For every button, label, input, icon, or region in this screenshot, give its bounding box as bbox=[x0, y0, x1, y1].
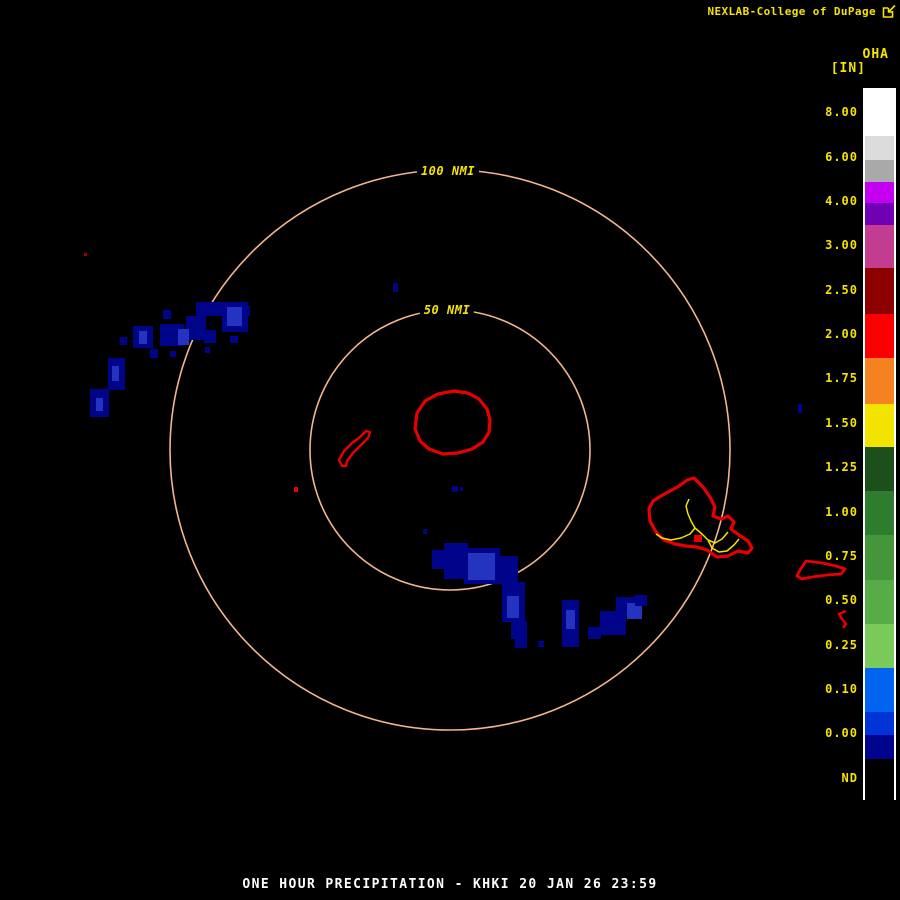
map-dot bbox=[694, 535, 702, 542]
brand-header: NEXLAB-College of DuPage bbox=[707, 4, 897, 19]
precip-echo-cell bbox=[139, 331, 147, 344]
precip-echo-cell bbox=[432, 550, 446, 569]
island-outline-oahu bbox=[647, 476, 754, 559]
legend-segment bbox=[865, 491, 894, 535]
precip-echo-cell bbox=[460, 487, 463, 491]
legend-tick-1.00: 1.00 bbox=[825, 505, 858, 519]
precip-echo-cell bbox=[566, 610, 575, 629]
precip-echo-cell bbox=[635, 595, 647, 606]
precip-echo-cell bbox=[452, 486, 458, 492]
legend-tick-6.00: 6.00 bbox=[825, 150, 858, 164]
legend-tick-1.75: 1.75 bbox=[825, 371, 858, 385]
legend-tick-nd: ND bbox=[841, 771, 858, 785]
legend-segment bbox=[865, 268, 894, 314]
legend-segment bbox=[865, 225, 894, 268]
precip-echo-cell bbox=[227, 307, 242, 326]
island-outline-kauai bbox=[413, 389, 492, 456]
precip-echo-cell bbox=[244, 306, 250, 316]
legend-segment bbox=[865, 160, 894, 182]
ring-label-100-nmi: 100 NMI bbox=[416, 163, 480, 179]
legend-segment bbox=[865, 759, 894, 800]
precip-echo-cell bbox=[120, 337, 127, 345]
legend-segment bbox=[865, 358, 894, 404]
legend-segment bbox=[865, 668, 894, 712]
legend-tick-0.25: 0.25 bbox=[825, 638, 858, 652]
precip-echo-cell bbox=[507, 596, 519, 618]
precip-echo-cell bbox=[515, 637, 527, 648]
legend-color-bar bbox=[863, 88, 896, 800]
legend-tick-0.00: 0.00 bbox=[825, 726, 858, 740]
legend-tick-2.00: 2.00 bbox=[825, 327, 858, 341]
precip-echo-cell bbox=[468, 553, 495, 580]
precip-echo-cell bbox=[798, 404, 802, 413]
legend-segment bbox=[865, 535, 894, 580]
precip-echo-cell bbox=[204, 330, 216, 343]
legend-segment bbox=[865, 136, 894, 160]
ring-label-50-nmi: 50 NMI bbox=[419, 302, 475, 318]
product-caption: ONE HOUR PRECIPITATION - KHKI 20 JAN 26 … bbox=[242, 877, 658, 892]
legend-segment bbox=[865, 580, 894, 624]
precip-echo-cell bbox=[600, 611, 626, 635]
precip-echo-cell bbox=[96, 398, 103, 411]
range-ring bbox=[169, 169, 731, 731]
legend-segment bbox=[865, 624, 894, 668]
legend-segment bbox=[865, 182, 894, 203]
precip-echo-cell bbox=[588, 627, 601, 639]
legend-tick-2.50: 2.50 bbox=[825, 283, 858, 297]
legend-segment bbox=[865, 404, 894, 447]
legend-tick-0.10: 0.10 bbox=[825, 682, 858, 696]
legend-segment bbox=[865, 90, 894, 136]
legend-segment bbox=[865, 735, 894, 759]
legend-tick-8.00: 8.00 bbox=[825, 105, 858, 119]
legend-tick-3.00: 3.00 bbox=[825, 238, 858, 252]
coast-fragment bbox=[837, 609, 848, 629]
precip-echo-cell bbox=[423, 529, 427, 534]
legend-tick-1.25: 1.25 bbox=[825, 460, 858, 474]
precip-echo-cell bbox=[196, 302, 224, 316]
precip-echo-cell bbox=[163, 310, 171, 319]
precip-echo-cell bbox=[538, 641, 544, 647]
legend-tick-0.50: 0.50 bbox=[825, 593, 858, 607]
highway-line bbox=[685, 498, 690, 515]
external-link-icon[interactable] bbox=[882, 4, 897, 19]
legend-segment bbox=[865, 314, 894, 358]
radar-product-image: NEXLAB-College of DuPage OHA [IN] ONE HO… bbox=[0, 0, 900, 900]
legend-segment bbox=[865, 447, 894, 491]
island-outline-niihau bbox=[337, 429, 372, 468]
precip-echo-cell bbox=[170, 351, 176, 357]
precip-echo-cell bbox=[497, 556, 518, 584]
legend-tick-1.50: 1.50 bbox=[825, 416, 858, 430]
legend-site-label: OHA bbox=[862, 47, 889, 62]
precip-echo-cell bbox=[393, 283, 398, 292]
map-dot bbox=[294, 487, 298, 492]
precip-echo-cell bbox=[230, 336, 238, 343]
precip-echo-cell bbox=[205, 347, 210, 353]
radar-map bbox=[84, 169, 848, 731]
legend-tick-4.00: 4.00 bbox=[825, 194, 858, 208]
precip-echo-cell bbox=[150, 349, 158, 358]
precip-echo-cell bbox=[112, 366, 119, 381]
legend-segment bbox=[865, 203, 894, 225]
legend-units-label: [IN] bbox=[830, 61, 866, 76]
precip-echo-cell bbox=[511, 621, 527, 639]
legend-tick-0.75: 0.75 bbox=[825, 549, 858, 563]
map-dot bbox=[84, 253, 87, 256]
brand-text: NEXLAB-College of DuPage bbox=[707, 5, 876, 18]
legend-segment bbox=[865, 712, 894, 735]
precip-echo-cell bbox=[178, 329, 189, 345]
